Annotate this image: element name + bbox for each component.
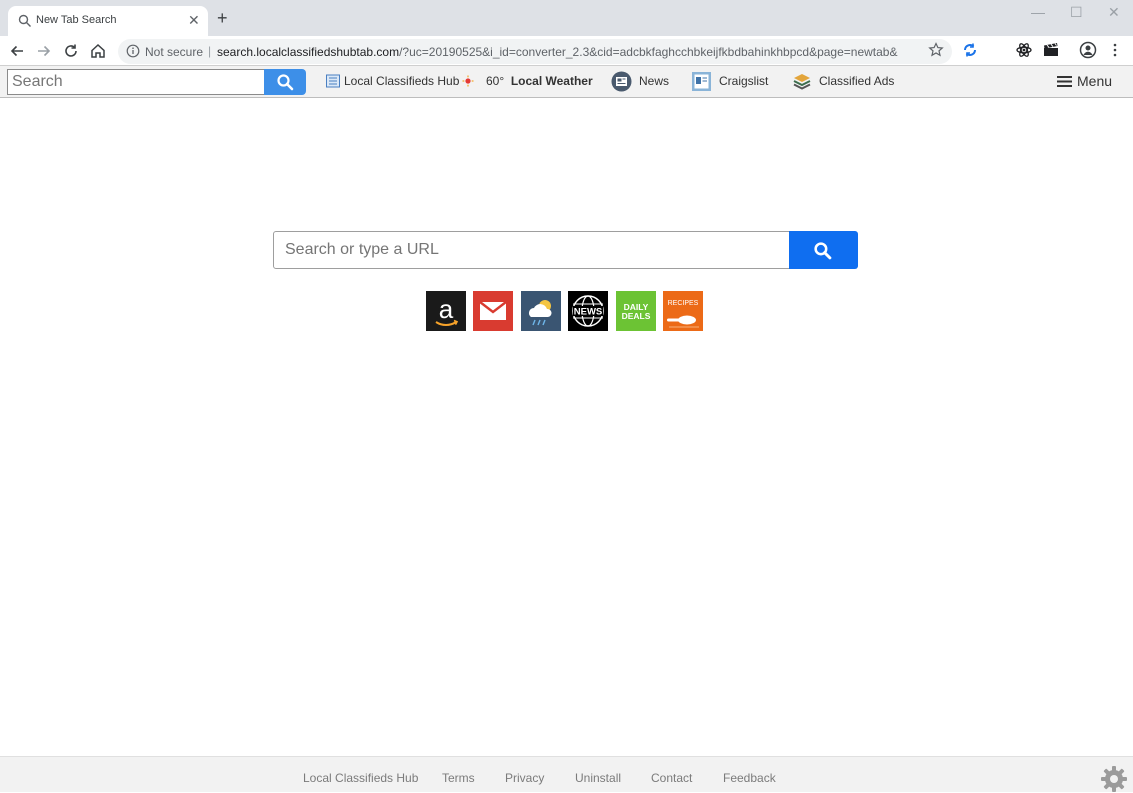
link-local-weather[interactable]: 60° Local Weather bbox=[486, 74, 593, 88]
recipes-icon: RECIPES bbox=[663, 291, 703, 331]
weather-cloud-icon bbox=[521, 291, 561, 331]
footer-link-local-classifieds-hub[interactable]: Local Classifieds Hub bbox=[303, 771, 418, 785]
omnibox-separator: | bbox=[208, 44, 212, 58]
window-close-icon[interactable]: ✕ bbox=[1108, 4, 1120, 20]
search-icon bbox=[814, 242, 832, 260]
settings-gear-icon[interactable] bbox=[1100, 765, 1128, 793]
tile-amazon[interactable]: a bbox=[426, 291, 466, 331]
hamburger-icon bbox=[1057, 76, 1072, 87]
footer-link-terms[interactable]: Terms bbox=[442, 771, 475, 785]
main-search-input[interactable] bbox=[274, 232, 789, 268]
tab-close-icon[interactable]: ✕ bbox=[188, 12, 200, 28]
footer-link-contact[interactable]: Contact bbox=[651, 771, 692, 785]
recipes-tile-label: RECIPES bbox=[668, 300, 699, 307]
menu-label: Menu bbox=[1077, 73, 1113, 89]
browser-chrome: New Tab Search ✕ + — ☐ ✕ Not secure | se… bbox=[0, 0, 1133, 66]
kebab-menu-icon[interactable] bbox=[1106, 41, 1124, 59]
amazon-letter: a bbox=[439, 294, 454, 324]
amazon-icon: a bbox=[426, 291, 466, 331]
search-icon bbox=[277, 74, 294, 91]
sync-extension-icon[interactable] bbox=[961, 41, 979, 59]
footer-link-feedback[interactable]: Feedback bbox=[723, 771, 776, 785]
link-local-classifieds-hub[interactable]: Local Classifieds Hub bbox=[344, 74, 459, 88]
tile-weather[interactable] bbox=[521, 291, 561, 331]
url-host: search.localclassifiedshubtab.com bbox=[217, 45, 400, 59]
reload-icon[interactable] bbox=[62, 42, 80, 60]
news-icon bbox=[611, 71, 632, 92]
clapperboard-extension-icon[interactable] bbox=[1042, 41, 1060, 59]
tile-gmail[interactable] bbox=[473, 291, 513, 331]
atom-extension-icon[interactable] bbox=[1015, 41, 1033, 59]
url-text[interactable]: search.localclassifiedshubtab.com/?uc=20… bbox=[217, 45, 897, 59]
daily-deals-icon: DAILYDEALS bbox=[616, 291, 656, 331]
new-tab-button[interactable]: + bbox=[217, 8, 228, 28]
minimize-icon[interactable]: — bbox=[1031, 4, 1045, 20]
toolbar-search-button[interactable] bbox=[264, 69, 306, 95]
info-icon[interactable] bbox=[126, 44, 140, 58]
mail-icon bbox=[473, 291, 513, 331]
tile-daily-deals[interactable]: DAILY DEALS bbox=[616, 291, 656, 331]
main-search-box[interactable] bbox=[273, 231, 790, 269]
browser-tab[interactable]: New Tab Search ✕ bbox=[8, 6, 208, 36]
back-arrow-icon[interactable] bbox=[8, 42, 26, 60]
tile-news[interactable]: NEWS bbox=[568, 291, 608, 331]
tab-strip: New Tab Search ✕ + — ☐ ✕ bbox=[0, 0, 1133, 36]
footer-link-uninstall[interactable]: Uninstall bbox=[575, 771, 621, 785]
weather-label: Local Weather bbox=[510, 74, 593, 88]
toolbar-search-box[interactable] bbox=[7, 69, 265, 95]
footer-link-privacy[interactable]: Privacy bbox=[505, 771, 544, 785]
address-bar[interactable]: Not secure | search.localclassifiedshubt… bbox=[118, 39, 952, 64]
daily-deals-line-2: DEALS bbox=[622, 311, 651, 321]
url-path: /?uc=20190525&i_id=converter_2.3&cid=adc… bbox=[399, 45, 898, 59]
maximize-icon[interactable]: ☐ bbox=[1070, 4, 1083, 20]
newspaper-icon bbox=[326, 74, 340, 88]
browser-toolbar: Not secure | search.localclassifiedshubt… bbox=[0, 36, 1133, 66]
main-search-button[interactable] bbox=[789, 231, 858, 269]
link-craigslist[interactable]: Craigslist bbox=[719, 74, 768, 88]
toolbar-search-input[interactable] bbox=[8, 70, 264, 94]
weather-temperature: 60° bbox=[486, 74, 505, 88]
security-label[interactable]: Not secure bbox=[145, 45, 203, 59]
craigslist-icon bbox=[692, 72, 711, 91]
search-icon bbox=[18, 14, 31, 27]
link-classified-ads[interactable]: Classified Ads bbox=[819, 74, 894, 88]
profile-avatar-icon[interactable] bbox=[1079, 41, 1097, 59]
stack-layers-icon bbox=[793, 74, 811, 90]
forward-arrow-icon[interactable] bbox=[35, 42, 53, 60]
tab-title: New Tab Search bbox=[36, 14, 117, 26]
footer: Local Classifieds Hub Terms Privacy Unin… bbox=[0, 756, 1133, 792]
link-news[interactable]: News bbox=[639, 74, 669, 88]
news-tile-label: NEWS bbox=[574, 307, 603, 318]
tile-recipes[interactable]: RECIPES bbox=[663, 291, 703, 331]
news-globe-icon: NEWS bbox=[568, 291, 608, 331]
bookmark-star-icon[interactable] bbox=[928, 42, 944, 58]
extension-toolbar: Local Classifieds Hub 60° Local Weather … bbox=[0, 66, 1133, 98]
sun-icon bbox=[462, 75, 474, 87]
home-icon[interactable] bbox=[89, 42, 107, 60]
